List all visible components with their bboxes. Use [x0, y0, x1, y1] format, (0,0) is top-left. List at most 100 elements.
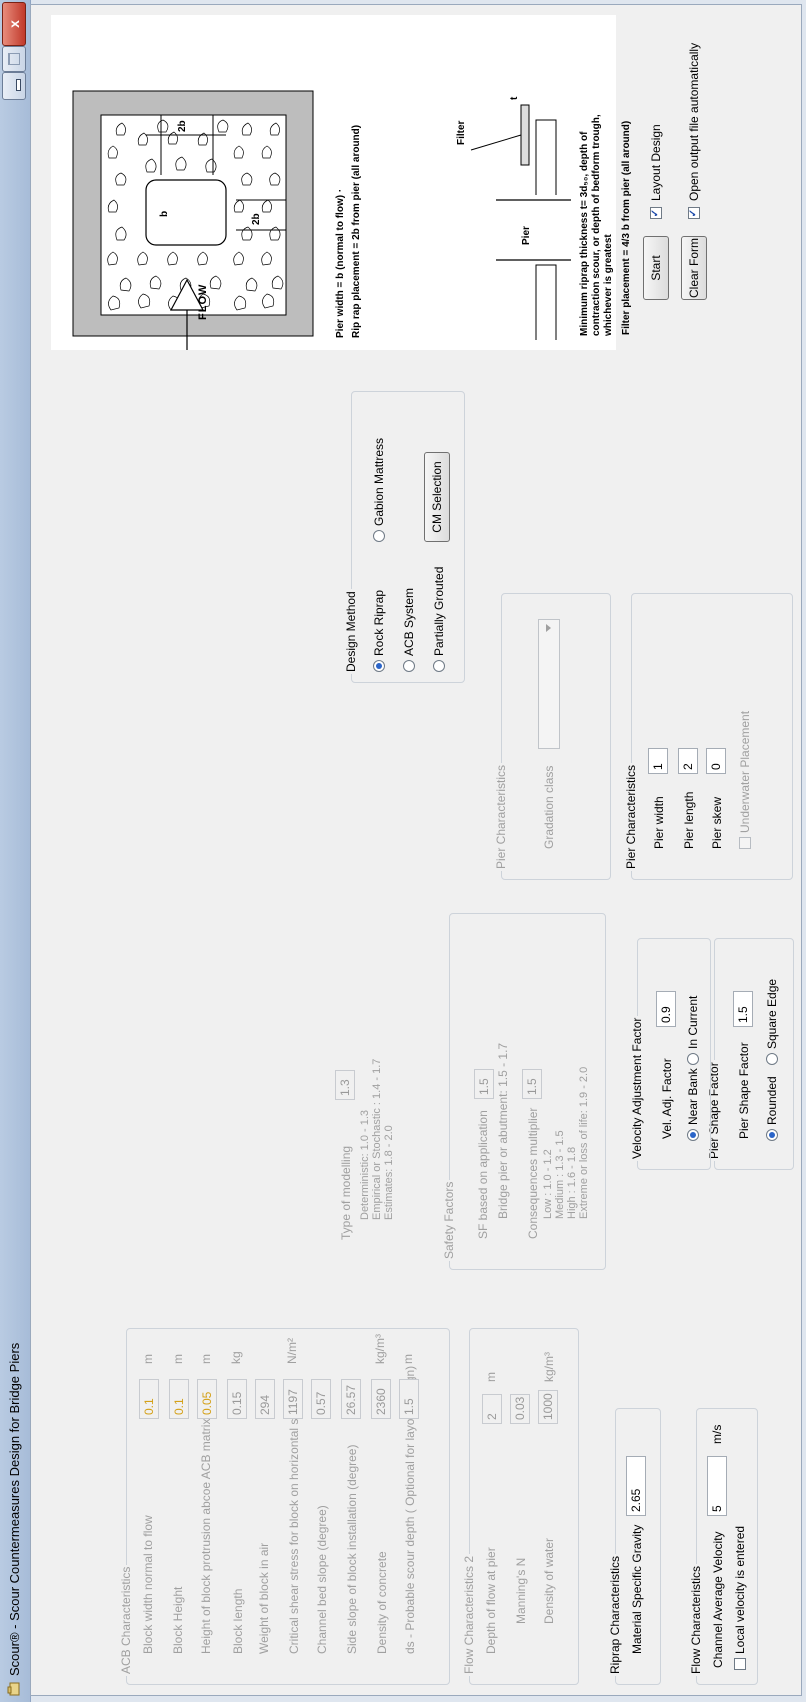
group-title: Flow Characteristics 2: [462, 1553, 476, 1676]
rock-riprap-radio[interactable]: [373, 660, 385, 672]
depth-label: Depth of flow at pier: [484, 1547, 498, 1654]
chevron-down-icon: [546, 624, 551, 632]
safety-factors-group: Safety Factors SF based on application 1…: [442, 913, 606, 1270]
rounded-radio[interactable]: [766, 1129, 778, 1141]
specific-gravity-input[interactable]: 2.65: [626, 1456, 646, 1516]
pier-label: Pier: [521, 226, 532, 245]
in-current-radio[interactable]: [687, 1053, 699, 1065]
pier-shape-factor-input[interactable]: 1.5: [733, 991, 753, 1027]
sf-application-input[interactable]: 1.5: [474, 1069, 494, 1099]
acb-input[interactable]: 26.57: [341, 1379, 361, 1419]
square-edge-radio[interactable]: [766, 1053, 778, 1065]
local-velocity-checkbox[interactable]: [734, 1658, 746, 1670]
pier-characteristics-2-group: Pier Characteristics Gradation class: [494, 593, 611, 880]
water-density-input[interactable]: 1000: [538, 1390, 558, 1424]
maximize-button[interactable]: [2, 46, 26, 72]
velocity-adjustment-group: Velocity Adjustment Factor Vel. Adj. Fac…: [630, 938, 711, 1170]
consequences-note: Extreme or loss of life: 1.9 - 2.0: [578, 1066, 590, 1219]
filter-label: Filter: [456, 120, 467, 145]
diagram-panel: FLOW b 2b 2b Pier width = b (normal to f…: [51, 15, 616, 350]
depth-input[interactable]: 2: [482, 1394, 502, 1424]
open-output-label: Open output file automatically: [687, 42, 701, 201]
min-thickness-text: contraction scour, or depth of bedform t…: [591, 114, 602, 336]
group-title: Pier Characteristics: [494, 762, 508, 871]
vel-adj-factor-input[interactable]: 0.9: [656, 991, 676, 1027]
acb-label: Block width normal to flow: [141, 1515, 155, 1654]
rounded-label: Rounded: [765, 1076, 779, 1125]
acb-label: Weight of block in air: [257, 1542, 271, 1654]
near-bank-radio[interactable]: [687, 1129, 699, 1141]
acb-unit: N/m²: [285, 1338, 299, 1364]
consequences-label: Consequences multiplier: [526, 1107, 540, 1239]
acb-input[interactable]: 0.15: [227, 1379, 247, 1419]
maximize-icon: [8, 53, 20, 65]
underwater-label: Underwater Placement: [738, 710, 752, 833]
manning-label: Manning's N: [514, 1557, 528, 1624]
sf-application-note: Bridge pier or abutment: 1.5 - 1.7: [496, 1042, 510, 1219]
water-density-label: Density of water: [542, 1537, 556, 1624]
acb-input[interactable]: 1.5: [399, 1379, 419, 1419]
gabion-mattress-label: Gabion Mattress: [372, 437, 386, 526]
clear-form-button[interactable]: Clear Form: [681, 236, 707, 300]
open-output-checkbox[interactable]: ✓: [688, 207, 700, 219]
acb-unit: m: [141, 1354, 155, 1364]
flow-label: FLOW: [197, 283, 209, 320]
group-title: Design Method: [344, 589, 358, 674]
group-title: Pier Characteristics: [624, 762, 638, 871]
local-velocity-label: Local velocity is entered: [733, 1525, 747, 1654]
acb-input[interactable]: 1197: [283, 1379, 303, 1419]
acb-unit: kg: [229, 1351, 243, 1364]
acb-input[interactable]: 2360: [371, 1379, 391, 1419]
depth-unit: m: [484, 1372, 498, 1382]
close-button[interactable]: x: [2, 2, 26, 46]
pier-skew-label: Pier skew: [710, 796, 724, 849]
acb-unit: m: [171, 1354, 185, 1364]
modelling-input[interactable]: 1.3: [335, 1070, 355, 1100]
manning-input[interactable]: 0.03: [510, 1394, 530, 1424]
water-density-unit: kg/m³: [542, 1352, 556, 1382]
pier-length-input[interactable]: 2: [678, 748, 698, 774]
sf-application-label: SF based on application: [476, 1110, 490, 1239]
start-button[interactable]: Start: [643, 236, 669, 300]
specific-gravity-label: Material Specific Gravity: [630, 1524, 644, 1654]
pier-width-label: Pier width: [652, 796, 666, 849]
min-thickness-text: Minimum riprap thickness t= 3d₅₀, depth …: [579, 131, 590, 336]
in-current-label: In Current: [686, 995, 700, 1049]
acb-input[interactable]: 0.1: [169, 1379, 189, 1419]
velocity-input[interactable]: 5: [707, 1456, 727, 1516]
acb-input[interactable]: 0.57: [311, 1379, 331, 1419]
pier-shape-factor-label: Pier Shape Factor: [737, 1042, 751, 1139]
gradation-class-select[interactable]: [538, 619, 560, 749]
flow-characteristics-2-group: Flow Characteristics 2 Depth of flow at …: [462, 1328, 579, 1685]
pier-width-input[interactable]: 1: [648, 748, 668, 774]
partially-grouted-radio[interactable]: [433, 660, 445, 672]
acb-input[interactable]: 0.05: [197, 1379, 217, 1419]
acb-label: Density of concrete: [375, 1551, 389, 1654]
acb-system-radio[interactable]: [403, 660, 415, 672]
two-b-label-2: 2b: [251, 213, 262, 225]
acb-characteristics-group: ACB Characteristics Block width normal t…: [119, 1328, 450, 1685]
acb-label: Height of block protrusion abcoe ACB mat…: [199, 1418, 213, 1654]
minimize-icon: [16, 79, 21, 91]
vel-adj-factor-label: Vel. Adj. Factor: [660, 1058, 674, 1139]
partially-grouted-label: Partially Grouted: [432, 566, 446, 656]
app-window: Scour® - Scour Countermeasures Design fo…: [0, 0, 806, 1702]
gabion-mattress-radio[interactable]: [373, 530, 385, 542]
min-thickness-text: whichever is greatest: [603, 234, 614, 336]
pier-skew-input[interactable]: 0: [706, 748, 726, 774]
rock-riprap-label: Rock Riprap: [372, 589, 386, 656]
window-title: Scour® - Scour Countermeasures Design fo…: [7, 1342, 22, 1676]
consequences-input[interactable]: 1.5: [522, 1069, 542, 1099]
underwater-checkbox[interactable]: [739, 837, 751, 849]
cm-selection-button[interactable]: CM Selection: [424, 452, 450, 542]
acb-unit: m: [199, 1354, 213, 1364]
riprap-placement-diagram: [72, 90, 571, 350]
acb-input[interactable]: 0.1: [139, 1379, 159, 1419]
layout-design-label: Layout Design: [649, 124, 663, 201]
riprap-placement-text: Rip rap placement = 2b from pier (all ar…: [351, 124, 362, 338]
acb-input[interactable]: 294: [255, 1379, 275, 1419]
minimize-button[interactable]: [2, 72, 26, 100]
layout-design-checkbox[interactable]: ✓: [650, 207, 662, 219]
modelling-label: Type of modelling: [339, 1145, 353, 1240]
group-title: ACB Characteristics: [119, 1564, 133, 1676]
